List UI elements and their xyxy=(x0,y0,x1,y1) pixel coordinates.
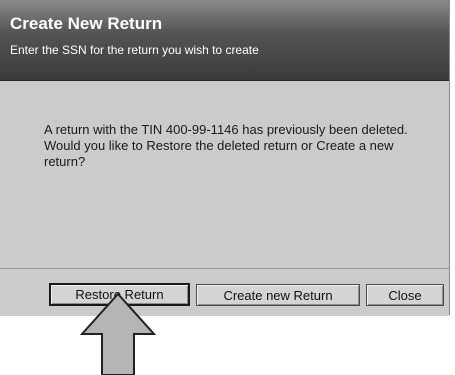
close-button[interactable]: Close xyxy=(366,284,444,306)
dialog-header: Create New Return Enter the SSN for the … xyxy=(0,0,449,81)
pointer-arrow-icon xyxy=(79,292,157,375)
dialog-subtitle: Enter the SSN for the return you wish to… xyxy=(10,43,259,57)
dialog-title: Create New Return xyxy=(10,14,163,33)
dialog-message: A return with the TIN 400-99-1146 has pr… xyxy=(44,122,408,169)
create-return-dialog: Create New Return Enter the SSN for the … xyxy=(0,0,450,316)
create-new-return-button[interactable]: Create new Return xyxy=(196,284,360,306)
button-bar: Restore Return Create new Return Close xyxy=(0,268,449,316)
